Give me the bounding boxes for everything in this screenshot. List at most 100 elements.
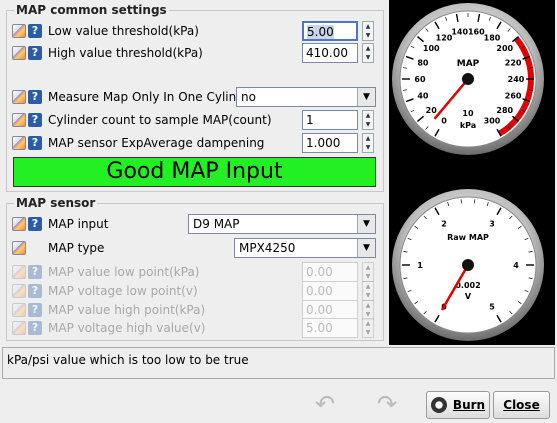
map-gauge: 020 40 60 80 100 120140 160180 200 220 240 260 280 3… [392,3,544,155]
map-gauge-title: MAP [457,59,480,69]
common-settings-title: MAP common settings [14,3,169,17]
edit-icon [12,321,26,335]
edit-icon[interactable] [12,241,26,255]
close-label: Close [503,398,540,412]
edit-icon[interactable] [12,217,26,231]
edit-icon[interactable] [12,46,26,60]
raw-gauge-tick-label: 3 [489,219,495,228]
map-input-label: MAP input [48,217,109,231]
measure-select[interactable]: no ▼ [236,87,376,107]
low-threshold-label: Low value threshold(kPa) [48,24,199,38]
map-gauge-tick-label: 140 [451,28,468,37]
map-gauge-tick-label: 0 [441,117,447,126]
map-gauge-tick-label: 60 [414,75,426,84]
map-input-select[interactable]: D9 MAP ▼ [188,214,376,234]
redo-icon: ↷ [376,390,398,418]
cylinder-spinner[interactable]: ▲ ▼ [362,110,374,130]
low-point-row: ? MAP value low point(kPa) [12,262,199,282]
volt-low-label: MAP voltage low point(v) [48,284,198,298]
map-gauge-tick-label: 160 [468,28,485,37]
close-button[interactable]: Close [493,391,550,419]
map-gauge-tick-label: 100 [423,44,440,53]
raw-gauge-hub [462,259,474,271]
edit-icon[interactable] [12,24,26,38]
high-point-label: MAP value high point(kPa) [48,303,206,317]
map-gauge-tick-label: 300 [484,117,501,126]
volt-low-spinner: ▲ ▼ [362,281,374,301]
volt-low-row: ? MAP voltage low point(v) [12,281,198,301]
status-bar: kPa/psi value which is too low to be tru… [2,347,555,379]
chevron-down-icon[interactable]: ▼ [357,239,375,257]
help-icon: ? [28,265,42,279]
raw-gauge-tick-label: 1 [417,261,423,270]
raw-map-gauge: 012345 Raw MAP 0.002 V [392,189,544,341]
volt-high-input: 5.00 [302,318,358,338]
burn-icon [430,397,447,413]
cylinder-label: Cylinder count to sample MAP(count) [48,113,272,127]
undo-icon: ↶ [314,390,336,418]
exp-input[interactable]: 1.000 [302,133,358,153]
map-type-label: MAP type [48,241,105,255]
map-gauge-hub [462,73,474,85]
help-icon[interactable]: ? [28,136,42,150]
map-gauge-tick-label: 240 [508,75,525,84]
map-type-select[interactable]: MPX4250 ▼ [234,238,376,258]
gauge-panel: 0 20 40 60 80 100 120 140 160 180 200 220 240 260 280 3… [389,0,555,345]
high-threshold-row: ? High value threshold(kPa) [12,43,203,63]
cylinder-row: ? Cylinder count to sample MAP(count) [12,110,272,130]
edit-icon [12,284,26,298]
map-gauge-tick-label: 20 [426,106,438,115]
volt-high-spinner: ▲ ▼ [362,318,374,338]
chevron-down-icon[interactable]: ▼ [357,88,375,106]
low-point-label: MAP value low point(kPa) [48,265,200,279]
map-input-row: ? MAP input [12,214,108,234]
edit-icon[interactable] [12,136,26,150]
edit-icon[interactable] [12,113,26,127]
help-icon: ? [28,284,42,298]
chevron-down-icon[interactable]: ▼ [357,215,375,233]
high-threshold-input[interactable]: 410.00 [302,43,358,63]
help-icon[interactable]: ? [28,113,42,127]
map-gauge-tick-label: 220 [505,59,522,68]
raw-gauge-tick-label: 4 [513,261,519,270]
edit-icon[interactable] [12,90,26,104]
help-icon[interactable]: ? [28,46,42,60]
gauges-svg: 020 40 60 80 100 120140 160180 200 220 240 260 280 3… [392,3,544,341]
exp-spinner[interactable]: ▲ ▼ [362,133,374,153]
map-type-row: MAP type [12,238,104,258]
volt-high-label: MAP voltage high value(v) [48,321,206,335]
edit-icon [12,303,26,317]
map-gauge-value: 10 [462,109,474,118]
help-icon: ? [28,321,42,335]
map-gauge-tick-label: 200 [496,44,513,53]
map-gauge-tick-label: 180 [484,33,501,42]
raw-gauge-tick-label: 2 [441,219,447,228]
raw-gauge-title: Raw MAP [447,233,489,242]
high-point-row: ? MAP value high point(kPa) [12,300,205,320]
help-icon[interactable]: ? [28,90,42,104]
raw-gauge-unit: V [465,292,472,301]
help-icon: ? [28,303,42,317]
volt-high-row: ? MAP voltage high value(v) [12,318,205,338]
volt-low-input: 0.00 [302,281,358,301]
map-status-banner: Good MAP Input [13,157,376,187]
cylinder-input[interactable]: 1 [302,110,358,130]
low-point-spinner: ▲ ▼ [362,262,374,282]
high-threshold-spinner[interactable]: ▲ ▼ [362,43,374,63]
map-gauge-tick-label: 260 [505,91,522,100]
low-threshold-input[interactable]: 5.00 [302,21,358,41]
low-threshold-spinner[interactable]: ▲ ▼ [362,21,374,41]
burn-label: Burn [452,398,486,412]
help-icon[interactable]: ? [28,217,42,231]
exp-label: MAP sensor ExpAverage dampening [48,136,265,150]
measure-row: ? Measure Map Only In One Cylinder [12,87,256,107]
low-point-input: 0.00 [302,262,358,282]
burn-button[interactable]: Burn [426,391,490,419]
help-icon[interactable]: ? [28,24,42,38]
map-gauge-tick-label: 80 [417,59,429,68]
map-gauge-unit: kPa [460,121,476,130]
map-gauge-tick-label: 120 [436,33,453,42]
high-point-input: 0.00 [302,300,358,320]
high-threshold-label: High value threshold(kPa) [48,46,203,60]
